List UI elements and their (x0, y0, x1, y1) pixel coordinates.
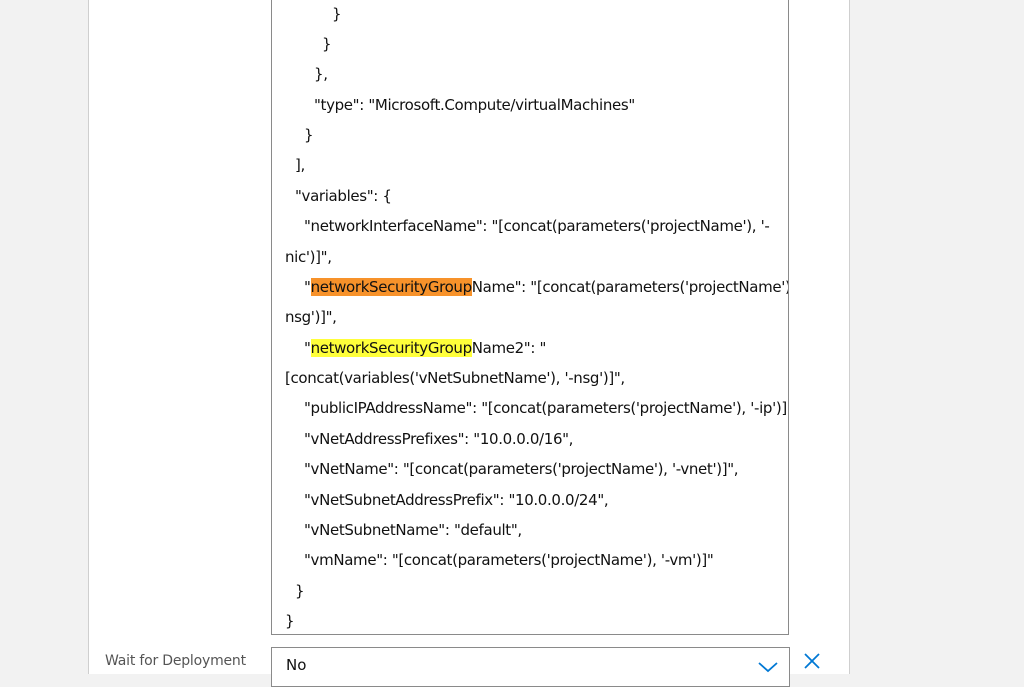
code-line: "networkInterfaceName": "[concat(paramet… (304, 217, 770, 235)
code-line-rest: Name": "[concat(parameters('projectName'… (471, 278, 789, 296)
code-line: "type": "Microsoft.Compute/virtualMachin… (314, 96, 635, 114)
code-line: "publicIPAddressName": "[concat(paramete… (304, 399, 789, 417)
code-line: ], (295, 156, 305, 174)
code-editor[interactable]: } } }, "type": "Microsoft.Compute/virtua… (271, 0, 789, 635)
code-line-highlighted: "networkSecurityGroupName": "[concat(par… (304, 277, 789, 297)
code-line: }, (314, 65, 328, 83)
wait-for-deployment-label: Wait for Deployment (105, 653, 246, 669)
code-line: "vmName": "[concat(parameters('projectNa… (304, 551, 714, 569)
code-line: } (322, 35, 332, 53)
code-line: } (285, 612, 295, 630)
close-icon[interactable] (803, 652, 821, 670)
code-line: "vNetSubnetAddressPrefix": "10.0.0.0/24"… (304, 491, 609, 509)
chevron-down-icon[interactable] (757, 658, 779, 674)
select-value: No (286, 656, 307, 674)
quote-mark: " (304, 339, 311, 357)
code-line: "vNetName": "[concat(parameters('project… (304, 460, 739, 478)
search-match: networkSecurityGroup (310, 339, 472, 357)
code-line: nsg')]", (285, 308, 337, 326)
wait-for-deployment-select[interactable]: No (271, 647, 790, 687)
code-line-highlighted: "networkSecurityGroupName2": " (304, 338, 546, 358)
code-line: nic')]", (285, 248, 332, 266)
code-line: } (304, 126, 314, 144)
code-line: } (332, 5, 342, 23)
code-line-rest: Name2": " (471, 339, 547, 357)
code-line: } (295, 582, 305, 600)
code-line: "variables": { (295, 187, 392, 205)
quote-mark: " (304, 278, 311, 296)
search-match-current: networkSecurityGroup (310, 278, 472, 296)
code-line: "vNetAddressPrefixes": "10.0.0.0/16", (304, 430, 574, 448)
code-line: [concat(variables('vNetSubnetName'), '-n… (285, 369, 625, 387)
code-line: "vNetSubnetName": "default", (304, 521, 522, 539)
